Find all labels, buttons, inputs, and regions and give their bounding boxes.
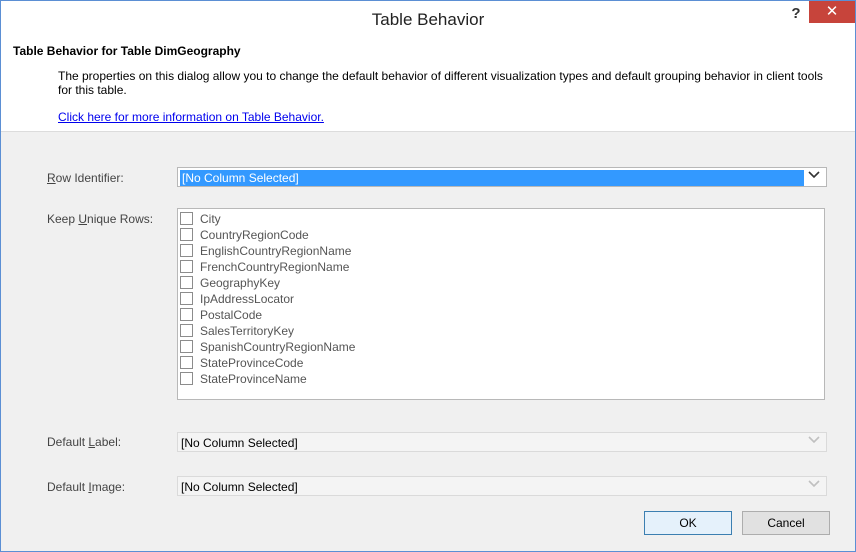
keep-unique-rows-label: Keep Unique Rows:: [47, 212, 154, 226]
checkbox[interactable]: [180, 244, 193, 257]
checkbox[interactable]: [180, 228, 193, 241]
checkbox[interactable]: [180, 276, 193, 289]
more-info-link[interactable]: Click here for more information on Table…: [58, 110, 324, 124]
checkbox[interactable]: [180, 324, 193, 337]
checkbox[interactable]: [180, 212, 193, 225]
title-bar: Table Behavior ? ✕: [1, 1, 855, 39]
chevron-down-icon[interactable]: [807, 434, 821, 450]
checkbox[interactable]: [180, 292, 193, 305]
row-identifier-select[interactable]: [No Column Selected]: [177, 167, 827, 187]
default-label-label: Default Label:: [47, 435, 122, 449]
checkbox[interactable]: [180, 308, 193, 321]
dialog-header: Table Behavior for Table DimGeography Th…: [1, 39, 855, 132]
keep-unique-rows-list[interactable]: City CountryRegionCode EnglishCountryReg…: [177, 208, 825, 400]
header-title: Table Behavior for Table DimGeography: [13, 44, 241, 58]
help-icon[interactable]: ?: [784, 5, 808, 27]
table-behavior-dialog: Table Behavior ? ✕ Table Behavior for Ta…: [0, 0, 856, 552]
row-identifier-value: [No Column Selected]: [180, 170, 804, 186]
chevron-down-icon[interactable]: [807, 478, 821, 494]
cancel-button[interactable]: Cancel: [742, 511, 830, 535]
ok-button[interactable]: OK: [644, 511, 732, 535]
checkbox[interactable]: [180, 260, 193, 273]
row-identifier-label: Row Identifier:: [47, 171, 124, 185]
checkbox[interactable]: [180, 356, 193, 369]
header-description: The properties on this dialog allow you …: [58, 69, 823, 97]
window-title: Table Behavior: [371, 10, 485, 29]
default-label-select[interactable]: [No Column Selected]: [177, 432, 827, 452]
checkbox[interactable]: [180, 372, 193, 385]
chevron-down-icon[interactable]: [807, 169, 821, 185]
checkbox[interactable]: [180, 340, 193, 353]
default-image-select[interactable]: [No Column Selected]: [177, 476, 827, 496]
default-label-value: [No Column Selected]: [181, 436, 298, 450]
default-image-label: Default Image:: [47, 480, 126, 494]
default-image-value: [No Column Selected]: [181, 480, 298, 494]
close-icon[interactable]: ✕: [809, 1, 855, 23]
